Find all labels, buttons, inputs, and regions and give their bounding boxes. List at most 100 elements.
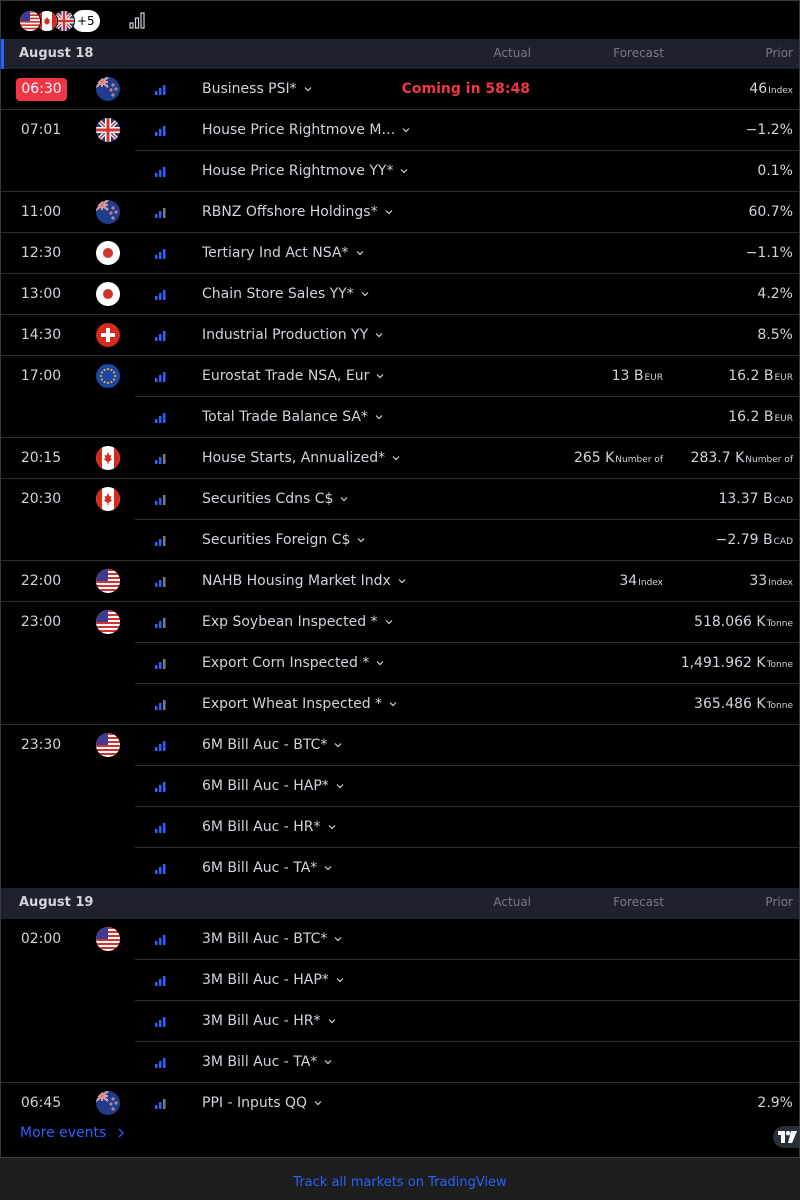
importance-icon <box>155 782 166 792</box>
event-title[interactable]: 6M Bill Auc - HR* <box>202 819 337 835</box>
importance-icon <box>155 167 166 177</box>
us-flag-icon <box>19 10 41 32</box>
actual-column-header: Actual <box>493 895 531 909</box>
event-row[interactable]: 6M Bill Auc - HAP* <box>1 766 799 807</box>
track-all-markets-link[interactable]: Track all markets on TradingView <box>0 1175 800 1190</box>
prior-number: 1,491.962 K <box>680 655 766 671</box>
prior-unit: Tonne <box>766 701 793 711</box>
event-time: 23:30 <box>20 737 62 753</box>
event-title[interactable]: Securities Foreign C$ <box>202 532 366 548</box>
chevron-down-icon <box>336 978 344 983</box>
tradingview-logo-icon[interactable] <box>773 1126 799 1148</box>
event-title-text: 6M Bill Auc - HAP* <box>202 778 329 794</box>
event-row[interactable]: 3M Bill Auc - HR* <box>1 1001 799 1042</box>
forecast-value: 265 KNumber of <box>574 450 663 466</box>
chevron-down-icon <box>389 702 397 707</box>
event-title-text: Chain Store Sales YY* <box>202 286 354 302</box>
event-title-text: Export Corn Inspected * <box>202 655 370 671</box>
event-row[interactable]: 07:01 House Price Rightmove M… −1.2% <box>1 110 799 151</box>
prior-number: 283.7 K <box>690 450 745 466</box>
event-title-text: 6M Bill Auc - HR* <box>202 819 321 835</box>
importance-filter-icon[interactable] <box>129 12 145 29</box>
chevron-down-icon <box>324 866 332 871</box>
event-title[interactable]: Export Corn Inspected * <box>202 655 385 671</box>
importance-icon <box>155 290 166 300</box>
event-row[interactable]: 11:00 RBNZ Offshore Holdings* 60.7% <box>1 192 799 233</box>
canada-flag-icon <box>96 446 120 470</box>
prior-number: −2.79 B <box>715 532 773 548</box>
event-title[interactable]: Chain Store Sales YY* <box>202 286 370 302</box>
event-title[interactable]: PPI - Inputs QQ <box>202 1095 323 1111</box>
event-title[interactable]: Securities Cdns C$ <box>202 491 349 507</box>
event-title-text: Business PSI* <box>202 81 297 97</box>
importance-icon <box>155 618 166 628</box>
event-time: 17:00 <box>20 368 62 384</box>
event-row[interactable]: Export Wheat Inspected * 365.486 KTonne <box>1 684 799 725</box>
united-kingdom-flag-icon <box>96 118 120 142</box>
country-filter-button[interactable]: +5 <box>19 9 100 33</box>
event-title-text: 3M Bill Auc - BTC* <box>202 931 328 947</box>
prior-value: 4.2% <box>757 286 793 302</box>
event-time: 07:01 <box>20 122 62 138</box>
event-time: 20:30 <box>20 491 62 507</box>
event-title-text: 3M Bill Auc - TA* <box>202 1054 318 1070</box>
event-title[interactable]: House Price Rightmove M… <box>202 122 411 138</box>
event-title[interactable]: 6M Bill Auc - TA* <box>202 860 333 876</box>
event-row[interactable]: 6M Bill Auc - TA* <box>1 848 799 889</box>
event-title[interactable]: Total Trade Balance SA* <box>202 409 384 425</box>
event-title[interactable]: 6M Bill Auc - HAP* <box>202 778 345 794</box>
event-title[interactable]: Tertiary Ind Act NSA* <box>202 245 365 261</box>
event-row[interactable]: 06:45 PPI - Inputs QQ 2.9% <box>1 1083 799 1124</box>
event-title[interactable]: Eurostat Trade NSA, Eur <box>202 368 385 384</box>
event-title[interactable]: Industrial Production YY <box>202 327 384 343</box>
event-row[interactable]: 13:00 Chain Store Sales YY* 4.2% <box>1 274 799 315</box>
prior-number: 60.7% <box>748 204 793 220</box>
event-title[interactable]: 6M Bill Auc - BTC* <box>202 737 343 753</box>
european-union-flag-icon <box>96 364 120 388</box>
event-title[interactable]: 3M Bill Auc - HR* <box>202 1013 337 1029</box>
prior-unit: EUR <box>774 373 793 383</box>
event-title[interactable]: Exp Soybean Inspected * <box>202 614 394 630</box>
event-row[interactable]: Total Trade Balance SA* 16.2 BEUR <box>1 397 799 438</box>
event-title[interactable]: RBNZ Offshore Holdings* <box>202 204 394 220</box>
event-title[interactable]: 3M Bill Auc - TA* <box>202 1054 333 1070</box>
event-title[interactable]: NAHB Housing Market Indx <box>202 573 407 589</box>
event-row[interactable]: 06:30 Business PSI* Coming in 58:48 46Index <box>1 69 799 110</box>
event-row[interactable]: 23:30 6M Bill Auc - BTC* <box>1 725 799 766</box>
event-title[interactable]: 3M Bill Auc - HAP* <box>202 972 345 988</box>
importance-icon <box>155 1058 166 1068</box>
event-title-text: 6M Bill Auc - BTC* <box>202 737 328 753</box>
event-row[interactable]: 14:30 Industrial Production YY 8.5% <box>1 315 799 356</box>
event-title[interactable]: Export Wheat Inspected * <box>202 696 398 712</box>
event-row[interactable]: 3M Bill Auc - HAP* <box>1 960 799 1001</box>
event-row[interactable]: 22:00 NAHB Housing Market Indx 34Index 33In… <box>1 561 799 602</box>
event-row[interactable]: 3M Bill Auc - TA* <box>1 1042 799 1083</box>
event-title-text: Tertiary Ind Act NSA* <box>202 245 349 261</box>
event-title-text: House Starts, Annualized* <box>202 450 386 466</box>
event-title[interactable]: Business PSI* <box>202 81 313 97</box>
event-time: 11:00 <box>20 204 62 220</box>
united-states-flag-icon <box>96 569 120 593</box>
more-countries-count: +5 <box>72 10 100 32</box>
event-row[interactable]: Export Corn Inspected * 1,491.962 KTonne <box>1 643 799 684</box>
event-row[interactable]: 20:30 Securities Cdns C$ 13.37 BCAD <box>1 479 799 520</box>
event-row[interactable]: 17:00 Eurostat Trade NSA, Eur 13 BEUR 16.2 … <box>1 356 799 397</box>
event-row[interactable]: Securities Foreign C$ −2.79 BCAD <box>1 520 799 561</box>
event-title[interactable]: 3M Bill Auc - BTC* <box>202 931 343 947</box>
event-title[interactable]: House Price Rightmove YY* <box>202 163 409 179</box>
event-row[interactable]: 12:30 Tertiary Ind Act NSA* −1.1% <box>1 233 799 274</box>
event-row[interactable]: 6M Bill Auc - HR* <box>1 807 799 848</box>
event-row[interactable]: House Price Rightmove YY* 0.1% <box>1 151 799 192</box>
prior-value: 283.7 KNumber of <box>691 450 793 466</box>
event-title[interactable]: House Starts, Annualized* <box>202 450 401 466</box>
event-time: 13:00 <box>20 286 62 302</box>
event-row[interactable]: 02:00 3M Bill Auc - BTC* <box>1 919 799 960</box>
importance-icon <box>155 372 166 382</box>
prior-number: 518.066 K <box>694 614 766 630</box>
canada-flag-icon <box>96 487 120 511</box>
event-row[interactable]: 23:00 Exp Soybean Inspected * 518.066 KTon… <box>1 602 799 643</box>
chevron-down-icon <box>324 1060 332 1065</box>
more-events-link[interactable]: More events <box>20 1125 125 1141</box>
event-row[interactable]: 20:15 House Starts, Annualized* 265 KNumbe… <box>1 438 799 479</box>
event-title-text: Industrial Production YY <box>202 327 369 343</box>
